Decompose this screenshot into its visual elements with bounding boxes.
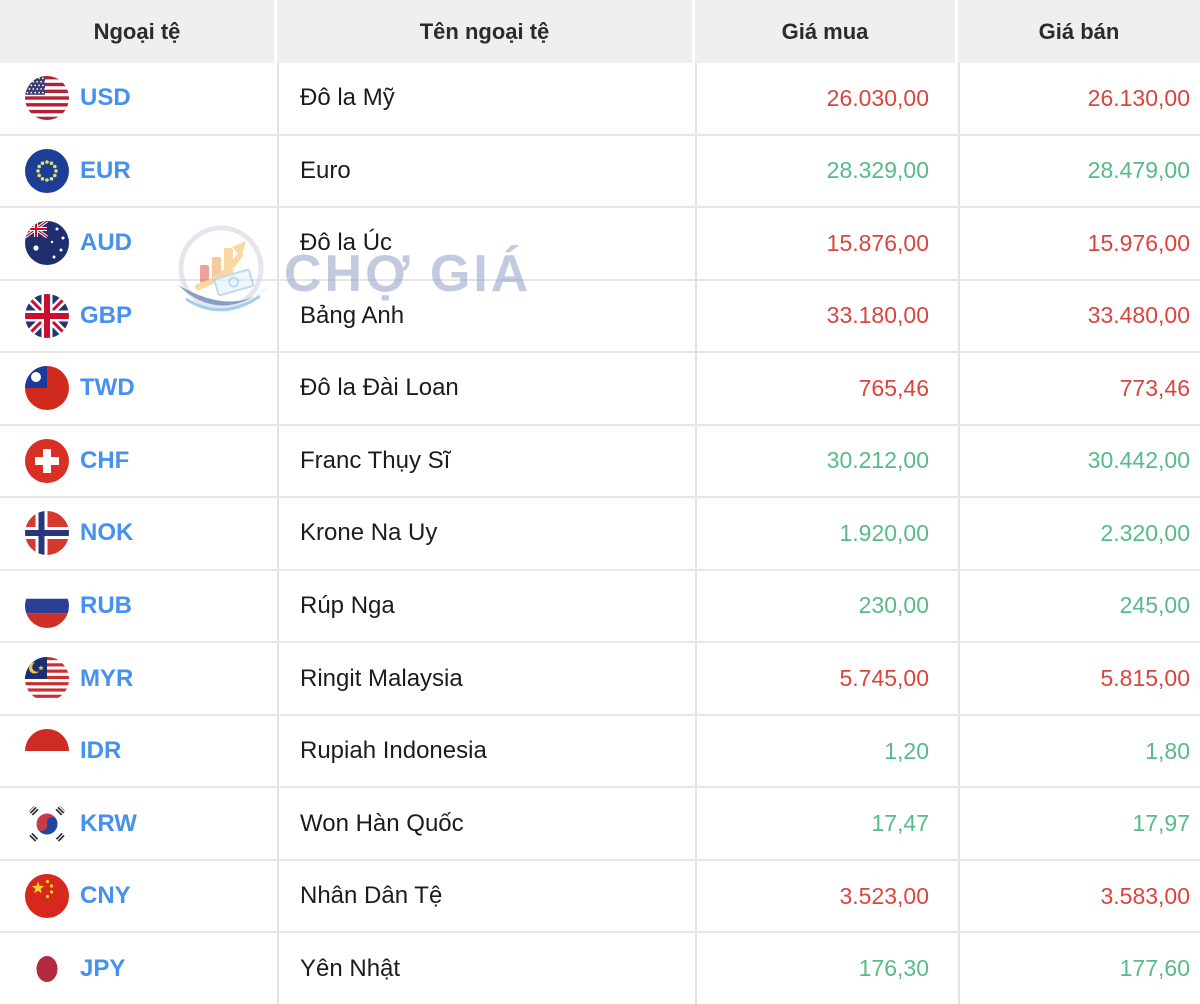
currency-name: Ringit Malaysia bbox=[277, 643, 692, 714]
buy-price: 28.329,00 bbox=[695, 135, 955, 207]
sell-price: 26.130,00 bbox=[958, 63, 1200, 134]
currency-name: Won Hàn Quốc bbox=[277, 788, 692, 859]
sell-price: 30.442,00 bbox=[958, 425, 1200, 497]
myr-flag-icon bbox=[25, 656, 69, 701]
table-row-twd: TWD Đô la Đài Loan 765,46 773,46 bbox=[0, 351, 1200, 424]
eur-flag-icon bbox=[25, 148, 69, 193]
idr-flag-icon bbox=[25, 729, 69, 774]
currency-name: Yên Nhật bbox=[277, 933, 692, 1004]
table-row-rub: RUB Rúp Nga 230,00 245,00 bbox=[0, 568, 1200, 642]
currency-cell[interactable]: NOK bbox=[0, 498, 274, 569]
currency-code-link[interactable]: AUD bbox=[80, 229, 132, 257]
currency-cell[interactable]: USD bbox=[0, 63, 274, 134]
exchange-rate-table-screen: Ngoại tệ Tên ngoại tệ Giá mua Giá bán US… bbox=[0, 0, 1200, 1004]
currency-cell[interactable]: CHF bbox=[0, 426, 274, 497]
table-row-jpy: JPY Yên Nhật 176,30 177,60 bbox=[0, 931, 1200, 1004]
buy-price: 33.180,00 bbox=[695, 280, 955, 352]
sell-price: 33.480,00 bbox=[958, 280, 1200, 352]
currency-name: Euro bbox=[277, 135, 692, 207]
currency-name: Đô la Mỹ bbox=[277, 63, 692, 134]
currency-code-link[interactable]: CHF bbox=[80, 447, 129, 475]
table-row-usd: USD Đô la Mỹ 26.030,00 26.130,00 bbox=[0, 63, 1200, 134]
currency-cell[interactable]: RUB bbox=[0, 571, 274, 642]
table-body: USD Đô la Mỹ 26.030,00 26.130,00 EUR Eur… bbox=[0, 63, 1200, 1004]
header-buy-price: Giá mua bbox=[695, 0, 955, 63]
nok-flag-icon bbox=[25, 511, 69, 556]
usd-flag-icon bbox=[25, 76, 69, 121]
currency-cell[interactable]: TWD bbox=[0, 353, 274, 424]
currency-code-link[interactable]: NOK bbox=[80, 519, 133, 547]
currency-code-link[interactable]: EUR bbox=[80, 157, 131, 185]
table-row-idr: IDR Rupiah Indonesia 1,20 1,80 bbox=[0, 713, 1200, 787]
currency-cell[interactable]: KRW bbox=[0, 788, 274, 859]
table-row-krw: KRW Won Hàn Quốc 17,47 17,97 bbox=[0, 786, 1200, 859]
currency-name: Đô la Đài Loan bbox=[277, 353, 692, 424]
table-row-aud: AUD Đô la Úc 15.876,00 15.976,00 bbox=[0, 206, 1200, 279]
buy-price: 5.745,00 bbox=[695, 643, 955, 714]
buy-price: 1.920,00 bbox=[695, 498, 955, 569]
rub-flag-icon bbox=[25, 583, 69, 628]
aud-flag-icon bbox=[25, 221, 69, 266]
currency-code-link[interactable]: JPY bbox=[80, 955, 125, 983]
table-row-chf: CHF Franc Thụy Sĩ 30.212,00 30.442,00 bbox=[0, 423, 1200, 497]
chf-flag-icon bbox=[25, 438, 69, 483]
sell-price: 2.320,00 bbox=[958, 498, 1200, 569]
sell-price: 3.583,00 bbox=[958, 860, 1200, 932]
buy-price: 26.030,00 bbox=[695, 63, 955, 134]
currency-code-link[interactable]: KRW bbox=[80, 810, 137, 838]
currency-cell[interactable]: AUD bbox=[0, 208, 274, 279]
sell-price: 773,46 bbox=[958, 353, 1200, 424]
buy-price: 3.523,00 bbox=[695, 860, 955, 932]
currency-name: Rupiah Indonesia bbox=[277, 715, 692, 787]
currency-code-link[interactable]: GBP bbox=[80, 302, 132, 330]
sell-price: 245,00 bbox=[958, 570, 1200, 642]
currency-name: Franc Thụy Sĩ bbox=[277, 425, 692, 497]
currency-cell[interactable]: EUR bbox=[0, 136, 274, 207]
currency-cell[interactable]: MYR bbox=[0, 643, 274, 714]
currency-name: Đô la Úc bbox=[277, 208, 692, 279]
twd-flag-icon bbox=[25, 366, 69, 411]
sell-price: 177,60 bbox=[958, 933, 1200, 1004]
currency-cell[interactable]: JPY bbox=[0, 933, 274, 1004]
currency-name: Rúp Nga bbox=[277, 570, 692, 642]
currency-code-link[interactable]: IDR bbox=[80, 737, 121, 765]
header-currency-name: Tên ngoại tệ bbox=[277, 0, 692, 63]
currency-cell[interactable]: IDR bbox=[0, 716, 274, 787]
buy-price: 17,47 bbox=[695, 788, 955, 859]
table-row-myr: MYR Ringit Malaysia 5.745,00 5.815,00 bbox=[0, 641, 1200, 714]
currency-code-link[interactable]: USD bbox=[80, 84, 131, 112]
currency-name: Bảng Anh bbox=[277, 280, 692, 352]
sell-price: 5.815,00 bbox=[958, 643, 1200, 714]
table-row-eur: EUR Euro 28.329,00 28.479,00 bbox=[0, 133, 1200, 207]
table-header: Ngoại tệ Tên ngoại tệ Giá mua Giá bán bbox=[0, 0, 1200, 63]
currency-code-link[interactable]: MYR bbox=[80, 665, 133, 693]
currency-code-link[interactable]: CNY bbox=[80, 882, 131, 910]
sell-price: 1,80 bbox=[958, 715, 1200, 787]
cny-flag-icon bbox=[25, 874, 69, 919]
buy-price: 1,20 bbox=[695, 715, 955, 787]
currency-name: Krone Na Uy bbox=[277, 498, 692, 569]
currency-code-link[interactable]: TWD bbox=[80, 374, 135, 402]
buy-price: 176,30 bbox=[695, 933, 955, 1004]
table-row-nok: NOK Krone Na Uy 1.920,00 2.320,00 bbox=[0, 496, 1200, 569]
header-currency: Ngoại tệ bbox=[0, 0, 274, 63]
buy-price: 230,00 bbox=[695, 570, 955, 642]
sell-price: 28.479,00 bbox=[958, 135, 1200, 207]
sell-price: 17,97 bbox=[958, 788, 1200, 859]
currency-cell[interactable]: CNY bbox=[0, 861, 274, 932]
currency-cell[interactable]: GBP bbox=[0, 281, 274, 352]
buy-price: 30.212,00 bbox=[695, 425, 955, 497]
jpy-flag-icon bbox=[25, 946, 69, 991]
gbp-flag-icon bbox=[25, 293, 69, 338]
header-sell-price: Giá bán bbox=[958, 0, 1200, 63]
buy-price: 15.876,00 bbox=[695, 208, 955, 279]
table-row-gbp: GBP Bảng Anh 33.180,00 33.480,00 bbox=[0, 278, 1200, 352]
table-row-cny: CNY Nhân Dân Tệ 3.523,00 3.583,00 bbox=[0, 858, 1200, 932]
sell-price: 15.976,00 bbox=[958, 208, 1200, 279]
currency-name: Nhân Dân Tệ bbox=[277, 860, 692, 932]
currency-code-link[interactable]: RUB bbox=[80, 592, 132, 620]
buy-price: 765,46 bbox=[695, 353, 955, 424]
krw-flag-icon bbox=[25, 801, 69, 846]
